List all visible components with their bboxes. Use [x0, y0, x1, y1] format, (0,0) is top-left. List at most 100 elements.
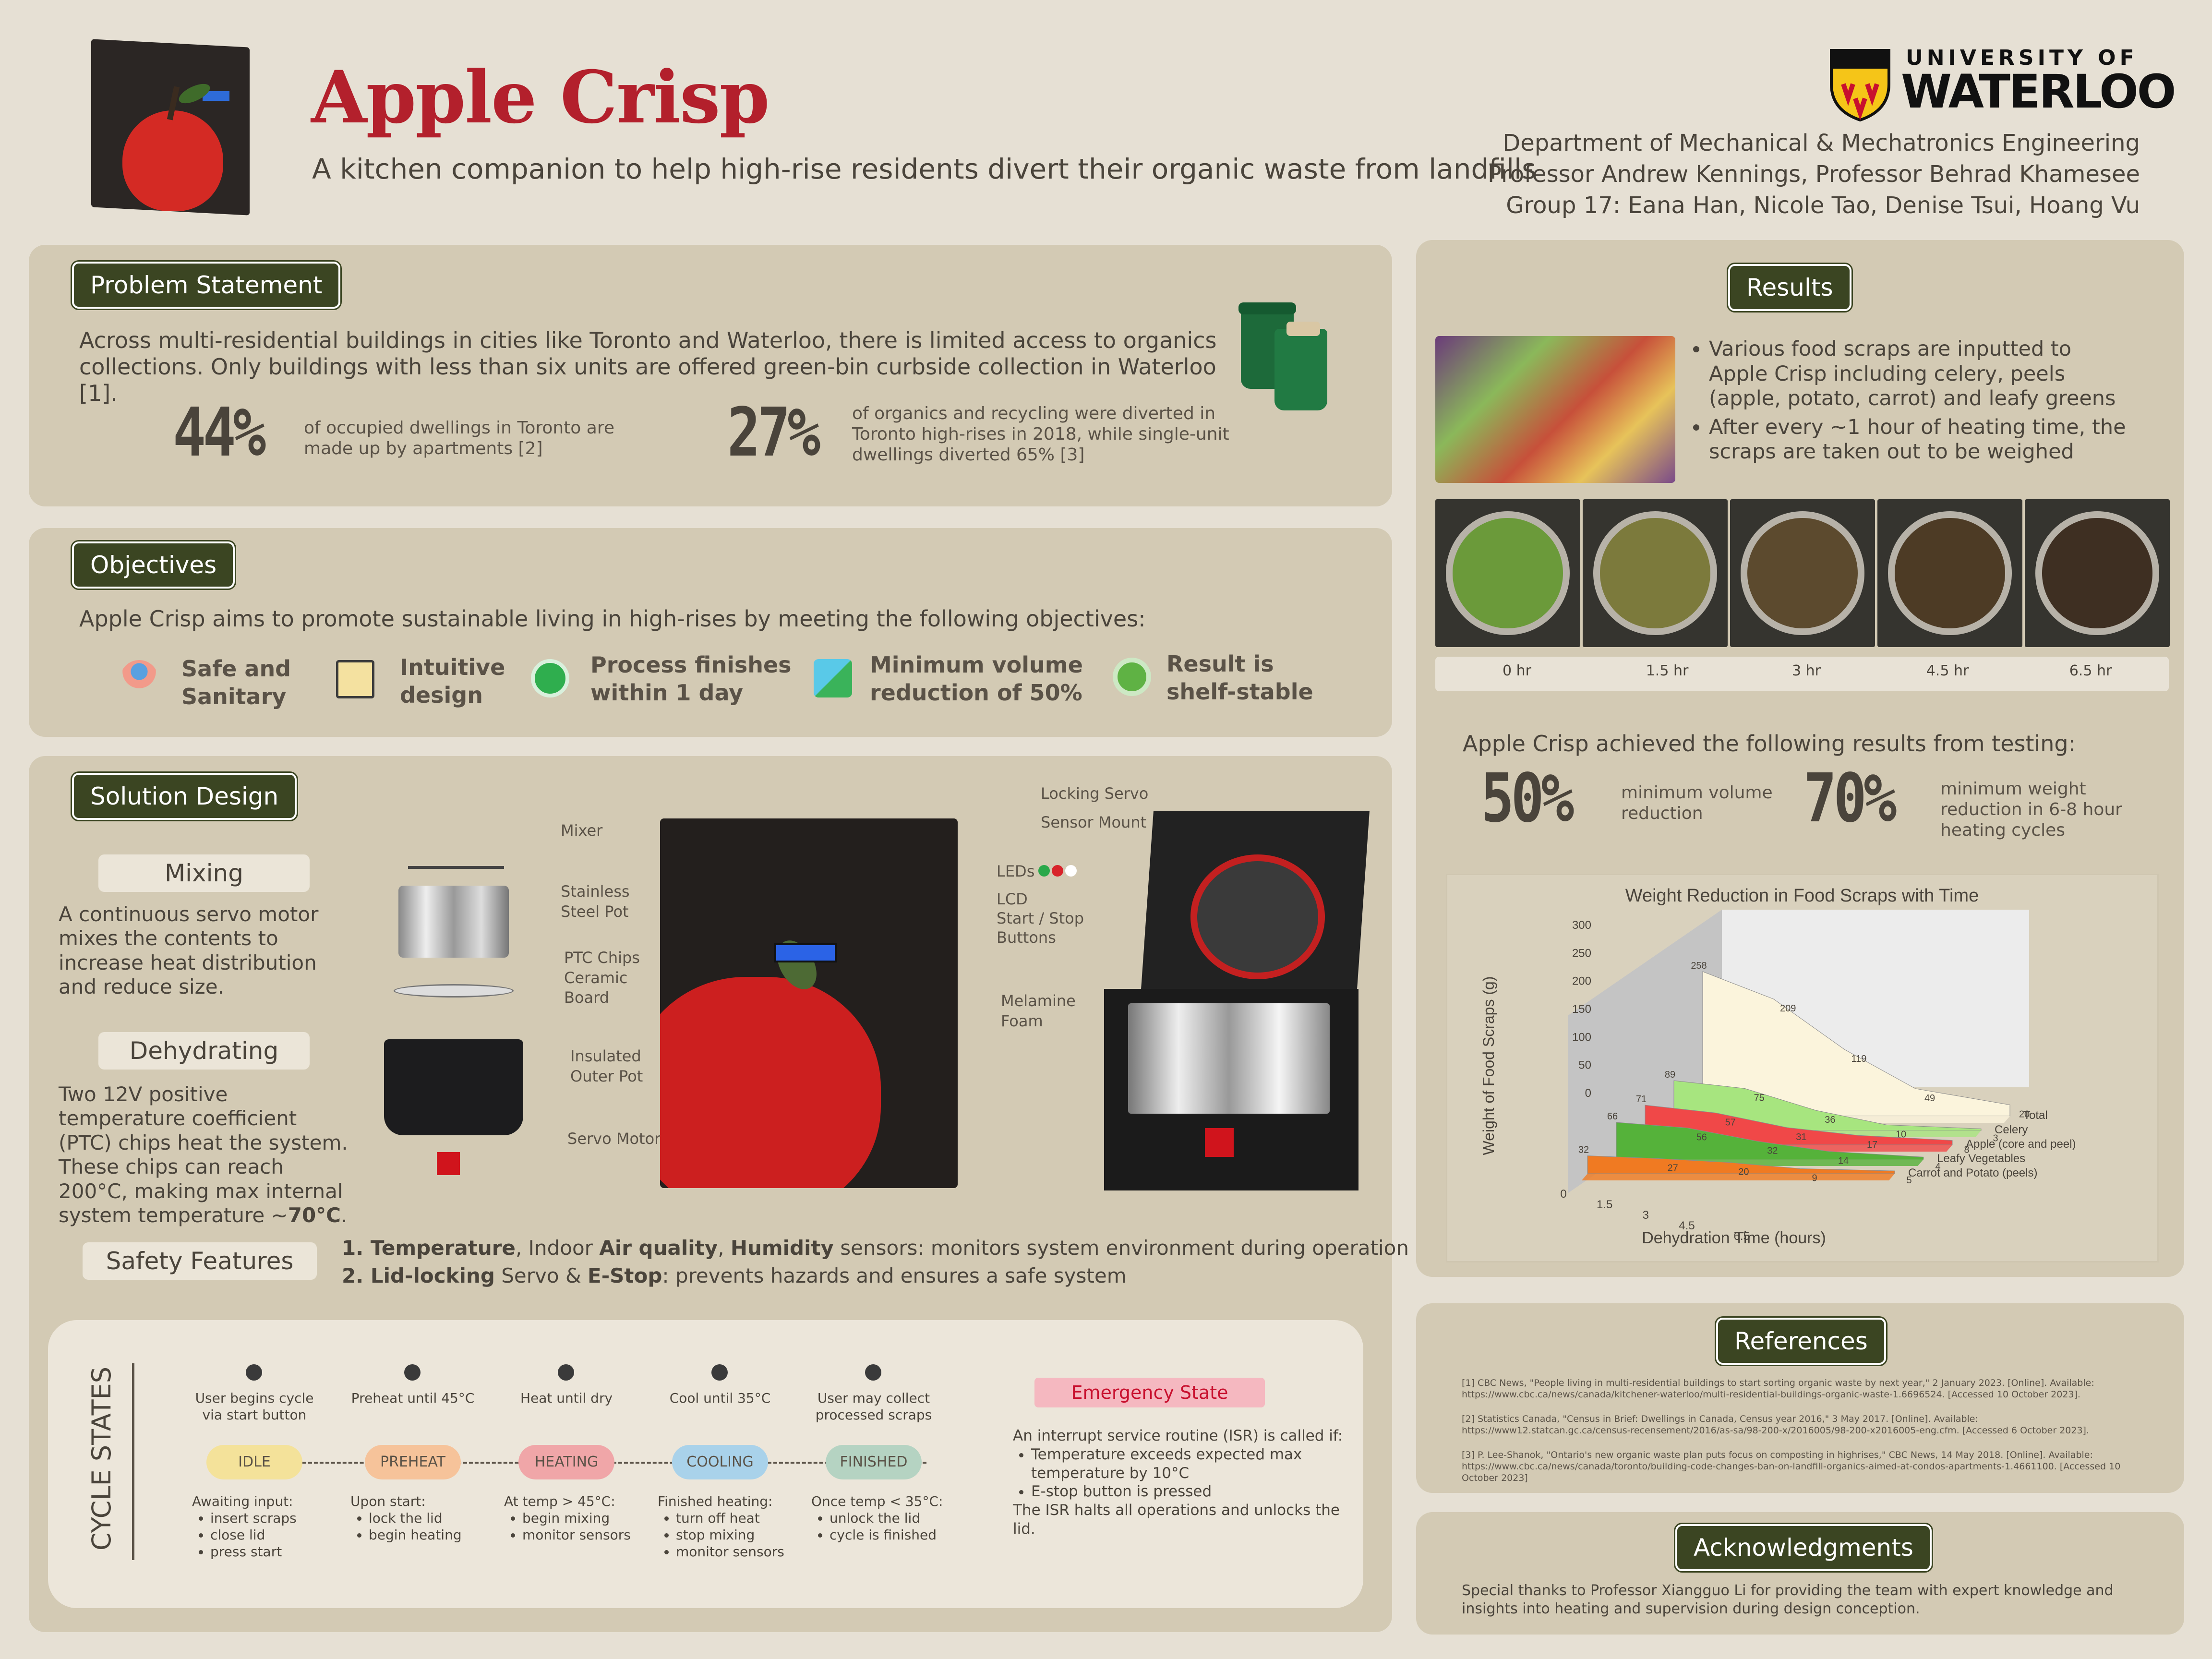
state-trigger-text: User may collect processed scraps	[815, 1390, 932, 1423]
chart-data-label: 66	[1607, 1111, 1618, 1122]
stat-70: 70%	[1803, 759, 1897, 838]
state-trigger-text: Preheat until 45°C	[351, 1390, 475, 1406]
state-description: Upon start:lock the lidbegin heating	[350, 1493, 490, 1543]
gear-icon	[711, 1364, 728, 1381]
state-trigger-text: User begins cycle via start button	[195, 1390, 314, 1423]
timeline-label: 6.5 hr	[2069, 662, 2112, 679]
objective-3: Process finishes within 1 day	[590, 652, 792, 706]
chart-y-tick: 50	[1578, 1059, 1591, 1072]
ack-text: Special thanks to Professor Xiangguo Li …	[1462, 1582, 2114, 1617]
reference-3: [3] P. Lee-Shanok, "Ontario's new organi…	[1462, 1450, 2121, 1483]
food-scraps-photo	[1435, 336, 1675, 483]
bowl-photo-6.5hr	[2025, 499, 2170, 647]
bowl-photo-0hr	[1435, 499, 1580, 647]
objective-2: Intuitive design	[400, 654, 505, 708]
state-bullet: turn off heat	[676, 1510, 797, 1527]
chart-legend-label: Celery	[1995, 1123, 2028, 1136]
chart-data-label: 31	[1796, 1132, 1806, 1142]
results-bullets: Various food scraps are inputted to Appl…	[1709, 337, 2131, 465]
dehydrating-text: Two 12V positive temperature coefficient…	[59, 1082, 348, 1227]
chart-data-label: 57	[1725, 1118, 1736, 1128]
chart-data-label: 75	[1754, 1093, 1765, 1104]
safety-heading: Safety Features	[83, 1242, 317, 1280]
professors-text: Professor Andrew Kennings, Professor Beh…	[1488, 161, 2140, 188]
person-shield-icon	[120, 660, 158, 698]
label-pot: Stainless Steel Pot	[561, 882, 630, 921]
weight-reduction-chart: Weight Reduction in Food Scraps with Tim…	[1480, 886, 2076, 1247]
chart-x-tick: 3	[1643, 1209, 1649, 1222]
state-bullet: begin heating	[369, 1527, 490, 1543]
state-bullet: monitor sensors	[676, 1543, 797, 1560]
chart-y-tick: 150	[1572, 1003, 1591, 1016]
chart-data-label: 20	[1738, 1167, 1749, 1178]
clock-icon	[531, 659, 569, 697]
chart-y-tick: 250	[1572, 947, 1591, 960]
label-sensor: Sensor Mount	[1041, 813, 1147, 831]
state-pill: FINISHED	[826, 1445, 922, 1479]
state-trigger-text: Heat until dry	[520, 1390, 613, 1406]
state-pill: IDLE	[206, 1445, 302, 1479]
open-view	[1094, 811, 1370, 1190]
chart-x-tick: 1.5	[1597, 1198, 1612, 1211]
state-bullet: close lid	[210, 1527, 331, 1543]
chart-data-label: 258	[1691, 961, 1707, 971]
problem-heading: Problem Statement	[72, 262, 341, 309]
chart-legend-label: Carrot and Potato (peels)	[1908, 1166, 2037, 1179]
university-logo: UNIVERSITY OF WATERLOO	[1829, 46, 2176, 122]
label-leds: LEDs	[997, 862, 1035, 880]
reference-2: [2] Statistics Canada, "Census in Brief:…	[1462, 1414, 2090, 1436]
objectives-intro: Apple Crisp aims to promote sustainable …	[79, 606, 1146, 632]
results-bullet: After every ~1 hour of heating time, the…	[1709, 415, 2131, 465]
stat-27-text: of organics and recycling were diverted …	[852, 404, 1229, 465]
timeline-label: 0 hr	[1503, 662, 1531, 679]
chart-data-label: 27	[1668, 1163, 1678, 1174]
chart-legend-label: Apple (core and peel)	[1966, 1138, 2076, 1151]
objective-5: Result is shelf-stable	[1166, 651, 1313, 705]
reference-1: [1] CBC News, "People living in multi-re…	[1462, 1378, 2094, 1400]
state-bullet: unlock the lid	[830, 1510, 950, 1527]
state-bullet: press start	[210, 1543, 331, 1560]
ceramic-board-part	[394, 984, 514, 998]
chart-data-label: 209	[1780, 1003, 1796, 1014]
label-buttons: Buttons	[997, 928, 1056, 947]
emergency-title: Emergency State	[1034, 1378, 1265, 1407]
mixing-heading: Mixing	[98, 854, 310, 892]
mixer-part	[408, 802, 504, 869]
chart-data-label: 56	[1696, 1132, 1707, 1143]
chart-legend-label: Leafy Vegetables	[1937, 1152, 2025, 1165]
chart-y-tick: 100	[1572, 1031, 1591, 1044]
chart-legend-label: Total	[2023, 1109, 2048, 1122]
stat-50-text: minimum volume reduction	[1621, 783, 1773, 824]
state-description: Awaiting input:insert scrapsclose lidpre…	[192, 1493, 331, 1560]
user-icon	[246, 1364, 262, 1381]
label-locking: Locking Servo	[1041, 784, 1149, 803]
label-startstop: Start / Stop	[997, 909, 1084, 927]
emergency-item: E-stop button is pressed	[1031, 1482, 1349, 1501]
safety-line-2: 2. Lid-locking Servo & E-Stop: prevents …	[342, 1264, 1127, 1287]
lcd-screen	[774, 943, 837, 962]
poster-subtitle: A kitchen companion to help high-rise re…	[312, 153, 1537, 185]
objectives-heading: Objectives	[72, 541, 235, 589]
chart-data-label: 32	[1578, 1145, 1589, 1155]
state-description: At temp > 45°C:begin mixingmonitor senso…	[504, 1493, 643, 1543]
led-indicators	[1038, 865, 1082, 878]
state-trigger-text: Cool until 35°C	[669, 1390, 771, 1406]
bowl-photo-4.5hr	[1877, 499, 2022, 647]
label-ptc: PTC Chips Ceramic Board	[564, 949, 640, 1007]
timeline-label: 3 hr	[1792, 662, 1821, 679]
state-description: Finished heating:turn off heatstop mixin…	[658, 1493, 797, 1560]
product-logo-image	[86, 38, 254, 216]
chart-data-label: 119	[1851, 1054, 1866, 1064]
chart-y-tick: 200	[1572, 975, 1591, 988]
results-heading: Results	[1728, 264, 1851, 311]
chart-data-label: 71	[1636, 1094, 1647, 1105]
stat-50: 50%	[1481, 759, 1574, 838]
state-description: Once temp < 35°C:unlock the lidcycle is …	[811, 1493, 950, 1543]
objective-4: Minimum volume reduction of 50%	[870, 652, 1083, 706]
chart-data-label: 49	[1924, 1093, 1935, 1104]
servo-part	[437, 1152, 460, 1175]
mixing-text: A continuous servo motor mixes the conte…	[59, 902, 319, 999]
chart-data-label: 32	[1767, 1146, 1778, 1156]
chart-data-label: 89	[1665, 1070, 1675, 1080]
chart-data-label: 17	[1867, 1140, 1877, 1150]
